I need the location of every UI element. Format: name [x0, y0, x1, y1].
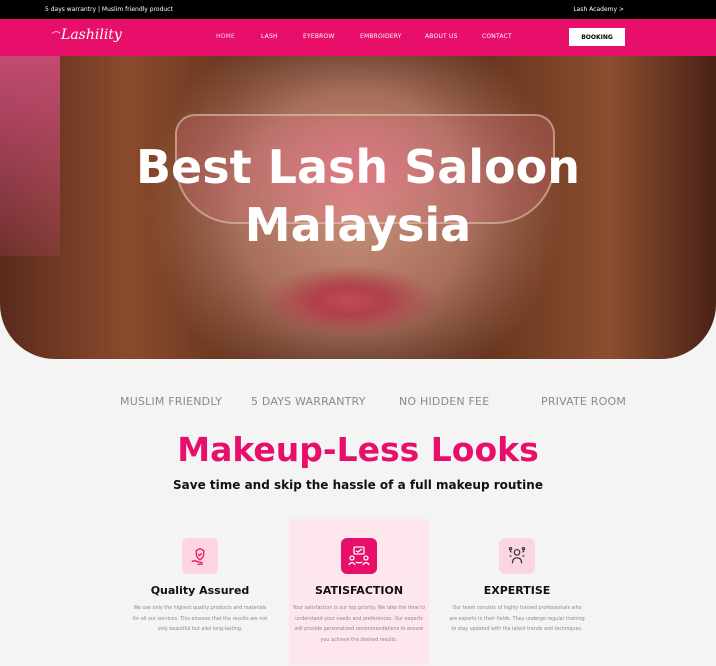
- nav-contact[interactable]: CONTACT: [482, 33, 512, 40]
- feature-no-hidden-fee: NO HIDDEN FEE: [399, 395, 490, 408]
- logo-text: Lashility: [61, 27, 122, 43]
- card-description: Our team consists of highly trained prof…: [449, 606, 585, 632]
- feature-muslim-friendly: MUSLIM FRIENDLY: [120, 395, 223, 408]
- section-subtitle: Save time and skip the hassle of a full …: [173, 478, 543, 492]
- expertise-icon: [499, 538, 535, 574]
- top-announcement-bar: 5 days warrantry | Muslim friendly produ…: [0, 0, 716, 19]
- card-title: EXPERTISE: [483, 584, 551, 597]
- nav-home[interactable]: HOME: [216, 33, 235, 40]
- hero-banner: Best Lash Saloon Malaysia: [0, 56, 716, 359]
- hero-title-line1: Best Lash Saloon: [135, 140, 581, 194]
- card-description: We use only the highest quality products…: [132, 606, 268, 632]
- nav-lash[interactable]: LASH: [261, 33, 278, 40]
- card-quality-assured: Quality Assured We use only the highest …: [130, 538, 270, 636]
- feature-private-room: PRIVATE ROOM: [541, 395, 627, 408]
- card-expertise: EXPERTISE Our team consists of highly tr…: [447, 538, 587, 636]
- hand-heart-icon: [182, 538, 218, 574]
- brand-logo[interactable]: ⌒ Lashility: [50, 27, 122, 43]
- card-title: SATISFACTION: [314, 584, 404, 597]
- lash-academy-link[interactable]: Lash Academy >: [573, 6, 624, 13]
- hero-title: Best Lash Saloon Malaysia: [0, 138, 716, 254]
- announcement-text: 5 days warrantry | Muslim friendly produ…: [45, 6, 173, 13]
- hero-title-line2: Malaysia: [244, 198, 472, 252]
- nav-eyebrow[interactable]: EYEBROW: [303, 33, 335, 40]
- nav-embroidery[interactable]: EMBROIDERY: [360, 33, 402, 40]
- satisfaction-icon: [341, 538, 377, 574]
- feature-warranty: 5 DAYS WARRANTRY: [251, 395, 366, 408]
- section-title: Makeup-Less Looks: [177, 430, 539, 469]
- card-title: Quality Assured: [150, 584, 250, 597]
- main-navigation: ⌒ Lashility HOME LASH EYEBROW EMBROIDERY…: [0, 19, 716, 56]
- nav-about-us[interactable]: ABOUT US: [425, 33, 458, 40]
- card-satisfaction: SATISFACTION Your satisfaction is our to…: [289, 519, 429, 665]
- card-description: Your satisfaction is our top priority. W…: [292, 606, 426, 643]
- booking-button[interactable]: BOOKING: [569, 28, 625, 46]
- lash-eye-icon: ⌒: [50, 31, 60, 42]
